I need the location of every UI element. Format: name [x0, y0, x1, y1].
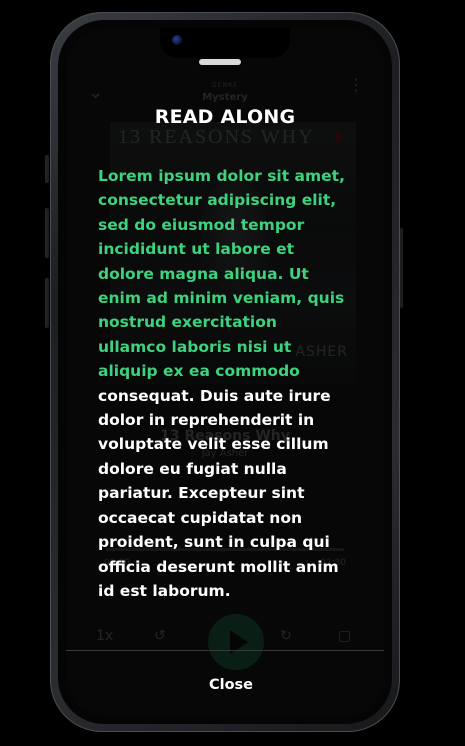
silent-switch	[45, 155, 49, 183]
close-button[interactable]: Close	[176, 671, 286, 699]
read-along-title: READ ALONG	[154, 106, 296, 128]
volume-down-button	[45, 278, 49, 328]
volume-up-button	[45, 208, 49, 258]
highlighted-text: Lorem ipsum dolor sit amet, consectetur …	[98, 167, 345, 381]
phone-frame: ⌄ GENRE Mystery ⋮ 13 REASONS WHY ASHER 1…	[50, 12, 400, 732]
phone-screen: ⌄ GENRE Mystery ⋮ 13 REASONS WHY ASHER 1…	[66, 28, 384, 716]
stage: ⌄ GENRE Mystery ⋮ 13 REASONS WHY ASHER 1…	[0, 0, 465, 746]
earpiece-speaker	[199, 59, 241, 65]
read-along-overlay: READ ALONG Lorem ipsum dolor sit amet, c…	[66, 28, 384, 716]
remaining-text: consequat. Duis aute irure dolor in repr…	[98, 386, 339, 600]
front-camera-icon	[172, 35, 182, 45]
divider	[66, 650, 384, 651]
read-along-text: Lorem ipsum dolor sit amet, consectetur …	[98, 164, 348, 603]
notch	[160, 28, 290, 58]
